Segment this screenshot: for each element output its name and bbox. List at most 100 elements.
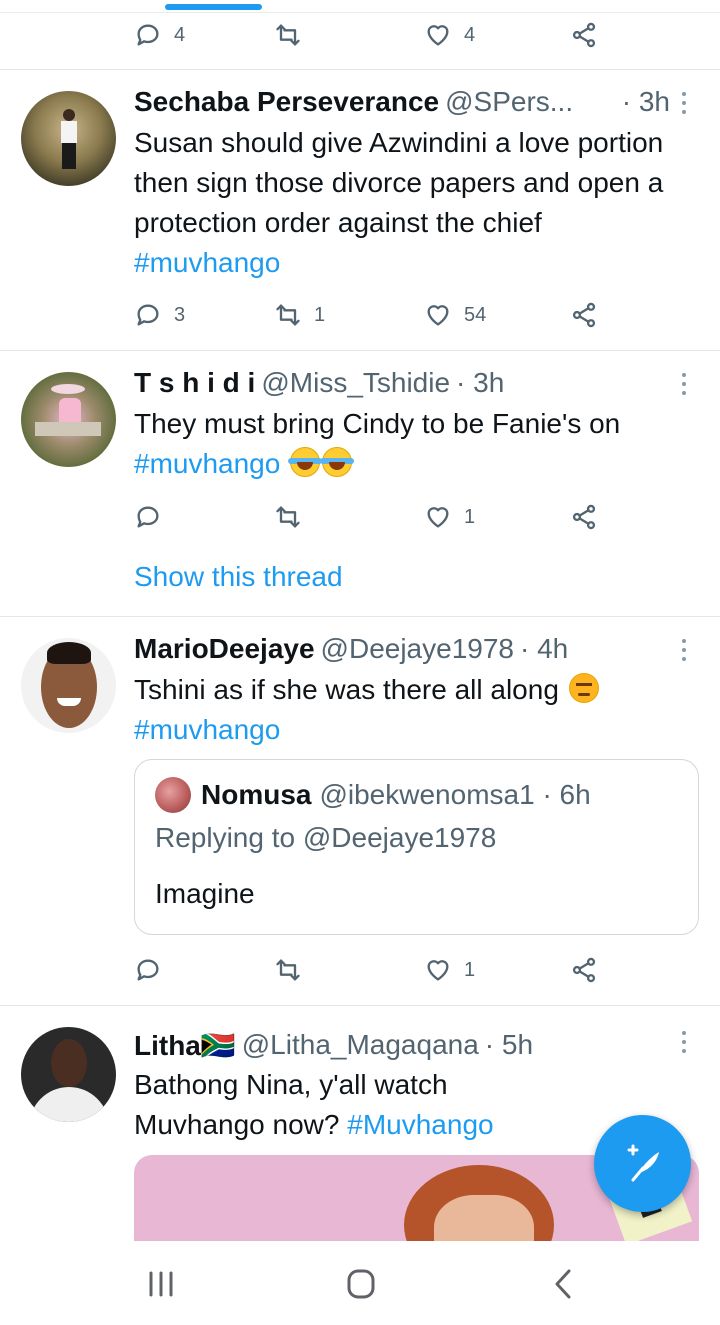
heart-icon — [427, 25, 449, 46]
like-button[interactable]: 4 — [424, 15, 475, 55]
recent-apps-button[interactable] — [141, 1267, 181, 1301]
hashtag-link[interactable]: #muvhango — [134, 247, 280, 278]
retweet-count: 1 — [314, 303, 326, 326]
reply-button[interactable] — [134, 950, 174, 990]
reply-button[interactable]: 3 — [134, 295, 185, 335]
share-icon — [572, 504, 596, 530]
back-button[interactable] — [544, 1267, 584, 1301]
quoted-tweet-header: Nomusa @ibekwenomsa1 · 6h — [155, 777, 591, 813]
divider — [0, 1005, 720, 1006]
like-button[interactable]: 1 — [424, 950, 475, 990]
avatar[interactable] — [21, 91, 116, 186]
display-name[interactable]: Litha🇿🇦 — [134, 1029, 236, 1062]
display-name[interactable]: MarioDeejaye — [134, 633, 315, 665]
back-icon — [555, 1269, 571, 1299]
share-button[interactable] — [570, 497, 598, 537]
share-button[interactable] — [570, 295, 598, 335]
reply-icon — [137, 24, 159, 46]
retweet-icon — [276, 24, 300, 46]
hashtag-link[interactable]: #muvhango — [134, 448, 280, 479]
share-button[interactable] — [570, 15, 598, 55]
display-name[interactable]: T s h i d i — [134, 367, 255, 399]
reply-button[interactable] — [134, 497, 174, 537]
retweet-icon — [276, 304, 300, 326]
tweet-body: They must bring Cindy to be Fanie's on — [134, 408, 621, 439]
avatar[interactable] — [21, 638, 116, 733]
home-button[interactable] — [341, 1267, 381, 1301]
share-button[interactable] — [570, 950, 598, 990]
avatar[interactable] — [21, 372, 116, 467]
user-handle: @ibekwenomsa1 · 6h — [319, 779, 591, 810]
user-handle[interactable]: @Miss_Tshidie — [261, 367, 450, 399]
more-options-button[interactable] — [672, 88, 696, 118]
show-thread-link[interactable]: Show this thread — [134, 561, 343, 593]
user-handle[interactable]: @Litha_Magaqana — [242, 1029, 479, 1061]
tweet-actions: 1 — [134, 497, 604, 537]
avatar — [155, 777, 191, 813]
divider — [0, 12, 720, 13]
more-options-button[interactable] — [672, 369, 696, 399]
heart-icon — [427, 507, 449, 528]
reply-icon — [137, 959, 159, 981]
tweet-body: Susan should give Azwindini a love porti… — [134, 127, 664, 238]
display-name[interactable]: Sechaba Perseverance — [134, 86, 439, 118]
laughing-emoji-icon — [320, 447, 355, 477]
compose-tweet-icon — [627, 1144, 659, 1181]
system-navigation-bar — [0, 1241, 720, 1325]
share-icon — [572, 302, 596, 328]
user-handle[interactable]: @SPers... — [445, 86, 573, 118]
retweet-button[interactable] — [274, 15, 314, 55]
like-button[interactable]: 54 — [424, 295, 486, 335]
tweet-header: T s h i d i @Miss_Tshidie · 3h — [134, 365, 670, 401]
user-handle[interactable]: @Deejaye1978 — [321, 633, 514, 665]
reply-count: 3 — [174, 303, 186, 326]
quoted-tweet[interactable]: Nomusa @ibekwenomsa1 · 6h Replying to @D… — [134, 759, 699, 935]
divider — [0, 616, 720, 617]
more-options-button[interactable] — [672, 635, 696, 665]
timestamp[interactable]: · 4h — [520, 633, 568, 665]
divider — [0, 69, 720, 70]
timestamp[interactable]: · 3h — [456, 367, 504, 399]
retweet-button[interactable] — [274, 950, 314, 990]
reply-button[interactable]: 4 — [134, 15, 185, 55]
retweet-button[interactable]: 1 — [274, 295, 325, 335]
tweet-text: Tshini as if she was there all along #mu… — [134, 670, 680, 750]
more-options-button[interactable] — [672, 1027, 696, 1057]
tab-indicator — [165, 4, 262, 10]
retweet-icon — [276, 959, 300, 981]
like-count: 54 — [464, 303, 487, 326]
avatar[interactable] — [21, 1027, 116, 1122]
retweet-icon — [276, 506, 300, 528]
tweet-actions: 3 1 54 — [134, 295, 604, 335]
laughing-emoji-icon — [288, 447, 323, 477]
tweet-text: Bathong Nina, y'all watch Muvhango now? … — [134, 1065, 580, 1145]
timestamp[interactable]: · 5h — [485, 1029, 533, 1061]
reply-icon — [137, 506, 159, 528]
home-icon — [347, 1269, 375, 1299]
tweet-text: They must bring Cindy to be Fanie's on #… — [134, 404, 680, 484]
compose-tweet-button[interactable] — [594, 1115, 691, 1212]
divider — [0, 350, 720, 351]
replying-to: Replying to @Deejaye1978 — [155, 822, 497, 853]
like-count: 1 — [464, 958, 476, 981]
like-button[interactable]: 1 — [424, 497, 475, 537]
retweet-button[interactable] — [274, 497, 314, 537]
display-name: Nomusa — [201, 779, 312, 810]
heart-icon — [427, 305, 449, 326]
hashtag-link[interactable]: #muvhango — [134, 714, 280, 745]
heart-icon — [427, 960, 449, 981]
tweet-actions: 4 4 — [134, 15, 604, 55]
timestamp[interactable]: · 3h — [622, 86, 670, 118]
quoted-tweet-text: Imagine — [155, 878, 255, 909]
hashtag-link[interactable]: #Muvhango — [347, 1109, 493, 1140]
reply-count: 4 — [174, 23, 186, 46]
share-icon — [572, 957, 596, 983]
tweet-body: Tshini as if she was there all along — [134, 674, 559, 705]
reply-icon — [137, 304, 159, 326]
like-count: 4 — [464, 23, 476, 46]
tweet-text: Susan should give Azwindini a love porti… — [134, 123, 680, 283]
share-icon — [572, 22, 596, 48]
tweet-header: Sechaba Perseverance @SPers... · 3h — [134, 84, 670, 120]
like-count: 1 — [464, 505, 476, 528]
tweet-header: Litha🇿🇦 @Litha_Magaqana · 5h — [134, 1027, 670, 1063]
